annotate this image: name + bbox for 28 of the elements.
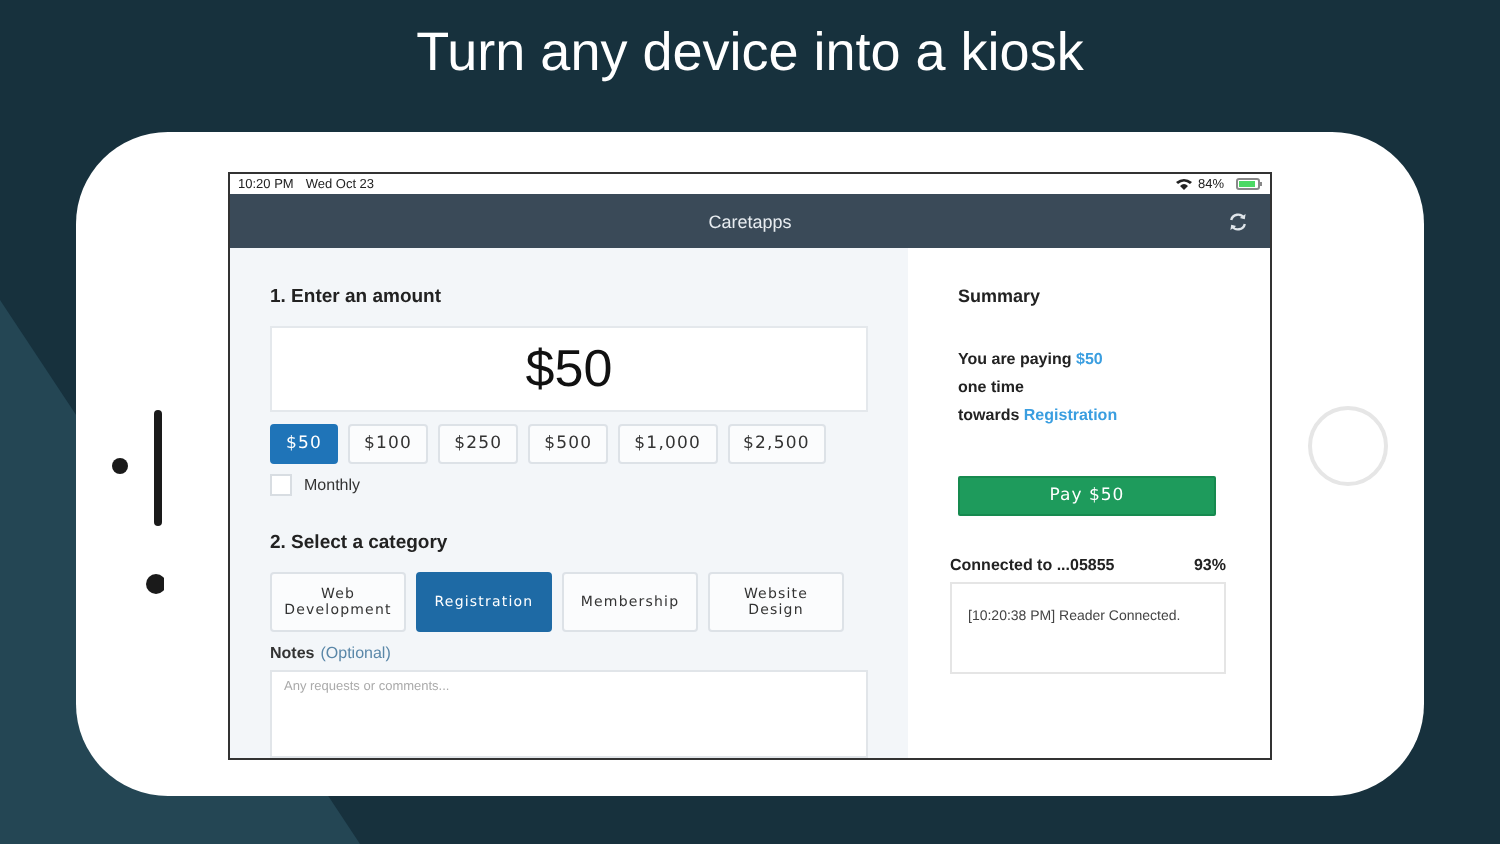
- refresh-icon[interactable]: [1228, 212, 1248, 232]
- monthly-checkbox[interactable]: [270, 473, 292, 496]
- summary-heading: Summary: [956, 286, 1043, 306]
- wifi-icon: [1175, 178, 1192, 190]
- summary-text: towards: [958, 406, 1020, 424]
- optional-hint: (Optional): [320, 643, 391, 662]
- amount-preset-button[interactable]: $100: [348, 423, 429, 464]
- section-heading: 2. Select a category: [270, 531, 450, 554]
- home-button-icon: [1308, 406, 1388, 486]
- summary-amount: $50: [1076, 350, 1103, 368]
- summary-text: one time: [958, 378, 1024, 396]
- notes-label: Notes: [270, 643, 315, 662]
- app-title: Caretapps: [708, 211, 792, 231]
- summary-text: You are paying: [958, 350, 1072, 368]
- amount-preset-button[interactable]: $50: [270, 423, 339, 464]
- section-heading: 1. Enter an amount: [270, 286, 444, 308]
- amount-preset-button[interactable]: $500: [528, 423, 609, 464]
- headline: Turn any device into a kiosk: [414, 20, 1086, 86]
- reader-battery: 93%: [1193, 556, 1226, 574]
- amount-preset-button[interactable]: $250: [438, 423, 519, 464]
- checkbox-label: Monthly: [304, 475, 361, 494]
- summary-category: Registration: [1023, 406, 1118, 424]
- battery-icon: [1236, 178, 1262, 190]
- pay-button[interactable]: Pay $50: [958, 476, 1216, 516]
- amount-field[interactable]: $50: [270, 326, 868, 412]
- amount-preset-button[interactable]: $1,000: [618, 423, 718, 464]
- connection-status: Connected to ...05855: [950, 556, 1115, 574]
- amount-preset-button[interactable]: $2,500: [727, 423, 826, 464]
